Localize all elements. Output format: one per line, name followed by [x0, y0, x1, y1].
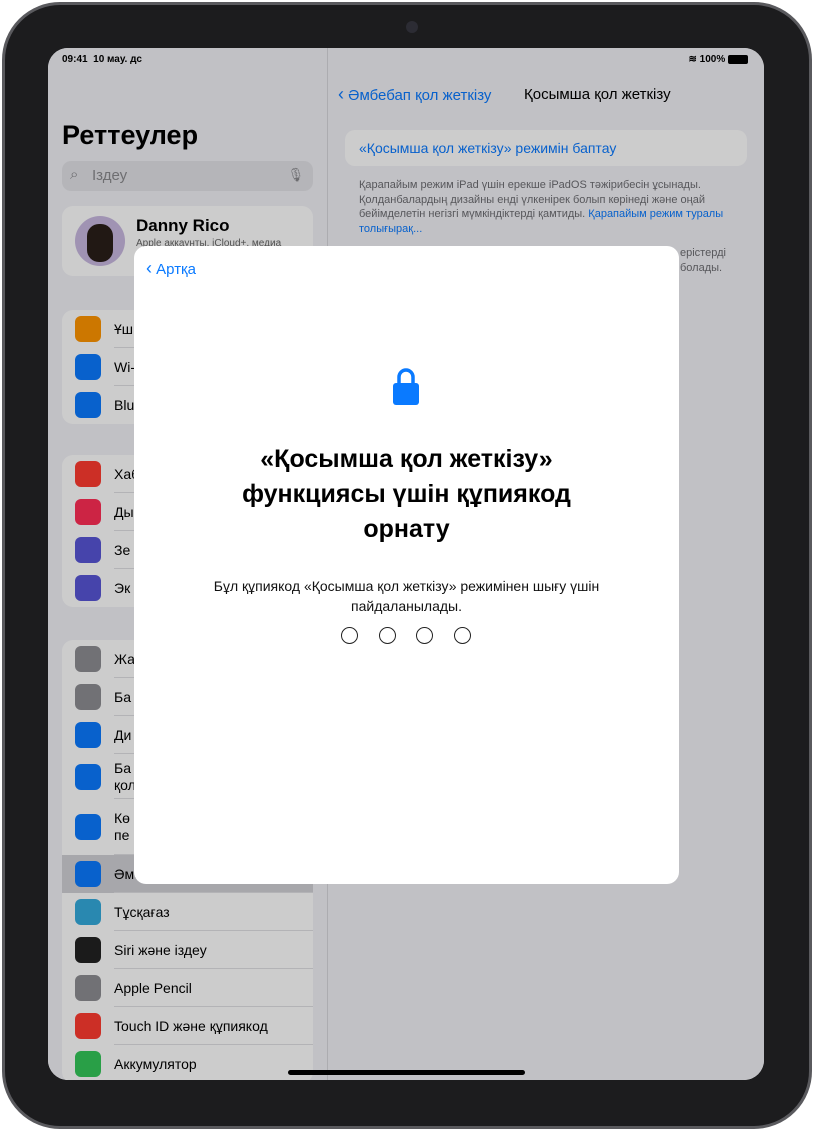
passcode-sheet: ‹ Артқа «Қосымша қол жеткізу» функциясы …: [134, 246, 679, 884]
home-indicator[interactable]: [288, 1070, 525, 1075]
modal-title: «Қосымша қол жеткізу» функциясы үшін құп…: [242, 445, 571, 543]
passcode-dot: [341, 627, 358, 644]
lock-icon: [393, 368, 419, 405]
front-camera: [406, 21, 418, 33]
passcode-dot: [378, 627, 396, 644]
modal-back-button[interactable]: ‹ Артқа: [146, 258, 196, 279]
modal-subtitle: Бұл құпиякод «Қосымша қол жеткізу» режим…: [213, 578, 600, 614]
passcode-dot: [453, 627, 471, 644]
passcode-dot: [416, 627, 433, 644]
screen: 09:41 10 мау. дс Реттеулер ⌕ Іздеу 🎙 Dan…: [48, 48, 764, 1080]
